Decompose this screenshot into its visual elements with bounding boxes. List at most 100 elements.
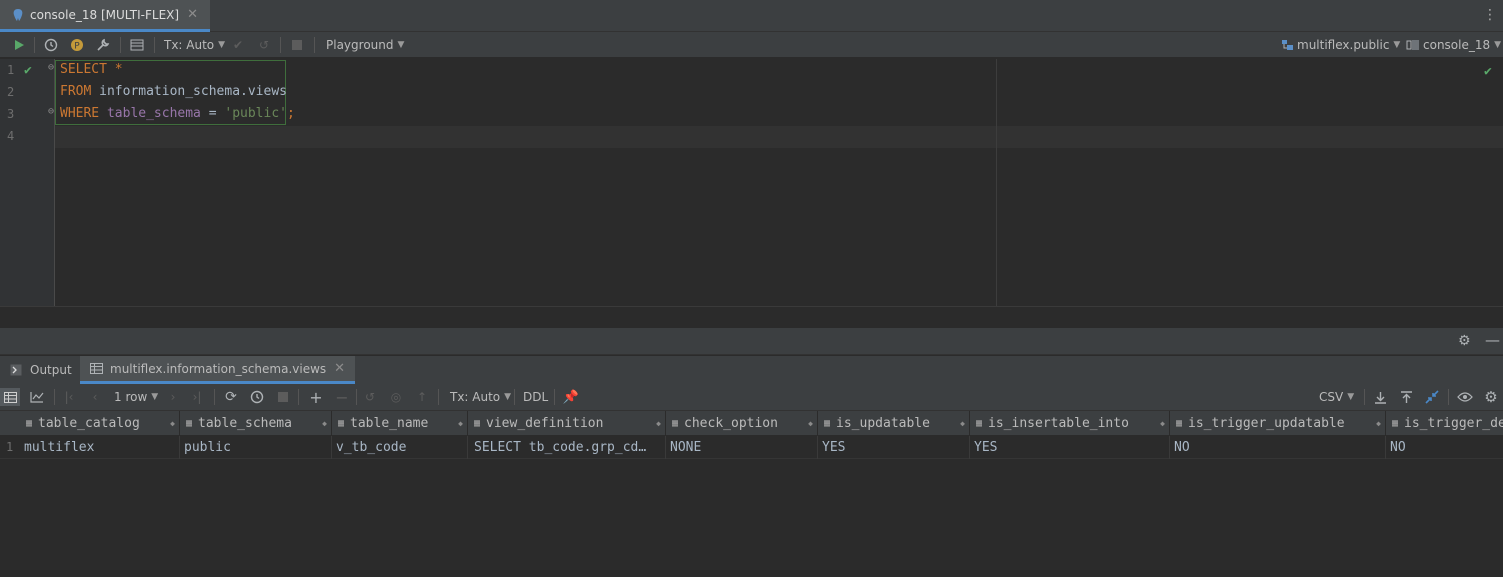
code-line-2[interactable]: FROM information_schema.views xyxy=(60,84,287,99)
editor-gutter: 1 2 3 4 ✔ ⊖ ⊖ xyxy=(0,59,55,306)
code-line-1[interactable]: SELECT * xyxy=(60,62,123,77)
more-vertical-icon[interactable]: ⋮ xyxy=(1483,7,1497,23)
ddl-button[interactable]: DDL xyxy=(523,388,548,406)
upload-icon[interactable] xyxy=(1397,388,1415,406)
current-line-highlight xyxy=(55,126,1503,148)
pin-icon[interactable]: 📌 xyxy=(562,388,580,406)
close-icon[interactable]: ✕ xyxy=(334,361,345,376)
view-icon[interactable] xyxy=(1456,388,1474,406)
column-header-label: check_option xyxy=(684,416,778,431)
history-icon[interactable] xyxy=(42,36,60,54)
table-icon xyxy=(90,363,103,374)
session-icon xyxy=(1406,40,1419,50)
row-count-label: 1 row xyxy=(114,390,148,404)
minimize-icon[interactable]: — xyxy=(1485,331,1500,349)
table-cell[interactable]: multiflex xyxy=(20,436,180,459)
table-cell[interactable]: public xyxy=(180,436,332,459)
wrench-icon[interactable] xyxy=(94,36,112,54)
schema-selector[interactable]: multiflex.public ▼ xyxy=(1281,36,1400,54)
chevron-down-icon: ▼ xyxy=(1393,40,1401,50)
download-icon[interactable] xyxy=(1371,388,1389,406)
editor-tab-console[interactable]: console_18 [MULTI-FLEX] ✕ xyxy=(0,0,210,32)
table-cell[interactable]: NO xyxy=(1170,436,1386,459)
sort-icon[interactable]: ◆ xyxy=(808,419,813,428)
fold-icon[interactable]: ⊖ xyxy=(48,62,54,73)
refresh-icon[interactable]: ⟳ xyxy=(222,388,240,406)
column-icon: ▦ xyxy=(338,418,345,429)
sql-semicolon: ; xyxy=(287,106,295,121)
results-toolbar: |‹ ‹ 1 row ▼ › ›| ⟳ + − ↺ ◎ ↑ Tx: Auto ▼… xyxy=(0,384,1503,411)
export-format-label: CSV xyxy=(1319,390,1344,404)
playground-dropdown[interactable]: Playground ▼ xyxy=(326,36,404,54)
next-page-icon: › xyxy=(170,390,176,404)
sort-icon[interactable]: ◆ xyxy=(322,419,327,428)
close-icon[interactable]: ✕ xyxy=(187,7,198,22)
column-header[interactable]: ▦ table_schema ◆ xyxy=(180,411,332,436)
tab-output-label: Output xyxy=(30,363,72,377)
session-selector[interactable]: console_18 ▼ xyxy=(1406,36,1501,54)
code-line-3[interactable]: WHERE table_schema = 'public'; xyxy=(60,106,295,121)
editor-toolbar: P Tx: Auto ▼ ✔ ↺ Playground ▼ multiflex.… xyxy=(0,32,1503,58)
last-page-icon: ›| xyxy=(192,390,202,404)
grid-view-icon[interactable] xyxy=(0,388,20,406)
column-header[interactable]: ▦ view_definition ◆ xyxy=(468,411,666,436)
first-page-icon: |‹ xyxy=(64,390,74,404)
auto-refresh-icon[interactable] xyxy=(248,388,266,406)
table-cell[interactable]: v_tb_code xyxy=(332,436,468,459)
column-header[interactable]: ▦ check_option ◆ xyxy=(666,411,818,436)
code-editor[interactable]: 1 2 3 4 ✔ ⊖ ⊖ SELECT * FROM information_… xyxy=(0,59,1503,306)
sort-icon[interactable]: ◆ xyxy=(656,419,661,428)
tx-mode-dropdown[interactable]: Tx: Auto ▼ xyxy=(164,36,225,54)
column-header-label: is_trigger_updatable xyxy=(1188,416,1345,431)
gear-icon[interactable]: ⚙ xyxy=(1458,333,1471,349)
tx-mode-label: Tx: Auto xyxy=(164,38,215,52)
sort-icon[interactable]: ◆ xyxy=(960,419,965,428)
chevron-down-icon: ▼ xyxy=(397,40,405,50)
fold-end-icon[interactable]: ⊖ xyxy=(48,106,54,117)
services-panel-header: ⚙ — xyxy=(0,328,1503,355)
column-header[interactable]: ▦ table_name ◆ xyxy=(332,411,468,436)
chart-icon[interactable] xyxy=(28,388,46,406)
compare-icon[interactable] xyxy=(1423,388,1441,406)
sort-icon[interactable]: ◆ xyxy=(170,419,175,428)
preview-changes-icon: ◎ xyxy=(390,390,402,404)
column-icon: ▦ xyxy=(26,418,33,429)
column-header[interactable]: ▦ is_updatable ◆ xyxy=(818,411,970,436)
sql-text: * xyxy=(106,62,123,77)
run-icon[interactable] xyxy=(10,36,28,54)
table-cell[interactable]: NO xyxy=(1386,436,1503,459)
prev-page-icon: ‹ xyxy=(92,390,98,404)
sql-string: 'public' xyxy=(224,106,287,121)
table-cell[interactable]: NONE xyxy=(666,436,818,459)
explain-plan-icon[interactable]: P xyxy=(68,36,86,54)
tab-results-views[interactable]: multiflex.information_schema.views ✕ xyxy=(80,356,356,384)
grid-header: ▦ table_catalog ◆ ▦ table_schema ◆ ▦ table_na… xyxy=(0,411,1503,436)
export-format-dropdown[interactable]: CSV ▼ xyxy=(1319,388,1354,406)
table-cell[interactable]: YES xyxy=(818,436,970,459)
row-count-dropdown[interactable]: 1 row ▼ xyxy=(114,388,158,406)
column-header[interactable]: ▦ table_catalog ◆ xyxy=(20,411,180,436)
column-header[interactable]: ▦ is_insertable_into ◆ xyxy=(970,411,1170,436)
sort-icon[interactable]: ◆ xyxy=(458,419,463,428)
sort-icon[interactable]: ◆ xyxy=(1160,419,1165,428)
table-cell[interactable]: YES xyxy=(970,436,1170,459)
chevron-down-icon: ▼ xyxy=(1347,392,1355,402)
revert-icon: ↺ xyxy=(364,390,376,404)
line-number: 2 xyxy=(7,85,15,99)
column-header[interactable]: ▦ is_trigger_updatable ◆ xyxy=(1170,411,1386,436)
editor-tab-bar: console_18 [MULTI-FLEX] ✕ ⋮ xyxy=(0,0,1503,32)
table-cell[interactable]: SELECT tb_code.grp_cd… xyxy=(468,436,666,459)
gear-icon[interactable]: ⚙ xyxy=(1482,388,1500,406)
add-row-icon[interactable]: + xyxy=(308,388,324,407)
sql-keyword: FROM xyxy=(60,84,92,99)
column-header-label: is_trigger_de xyxy=(1404,416,1503,431)
rollback-icon: ↺ xyxy=(258,38,270,52)
sql-text: information_schema.views xyxy=(91,84,287,99)
table-row[interactable]: 1 multiflex public v_tb_code SELECT tb_c… xyxy=(0,436,1503,459)
results-tx-mode-dropdown[interactable]: Tx: Auto ▼ xyxy=(450,388,511,406)
column-header[interactable]: ▦ is_trigger_de xyxy=(1386,411,1503,436)
tab-output[interactable]: Output xyxy=(0,356,82,384)
inspection-ok-icon[interactable]: ✔ xyxy=(1484,64,1492,79)
sort-icon[interactable]: ◆ xyxy=(1376,419,1381,428)
table-view-icon[interactable] xyxy=(128,36,146,54)
